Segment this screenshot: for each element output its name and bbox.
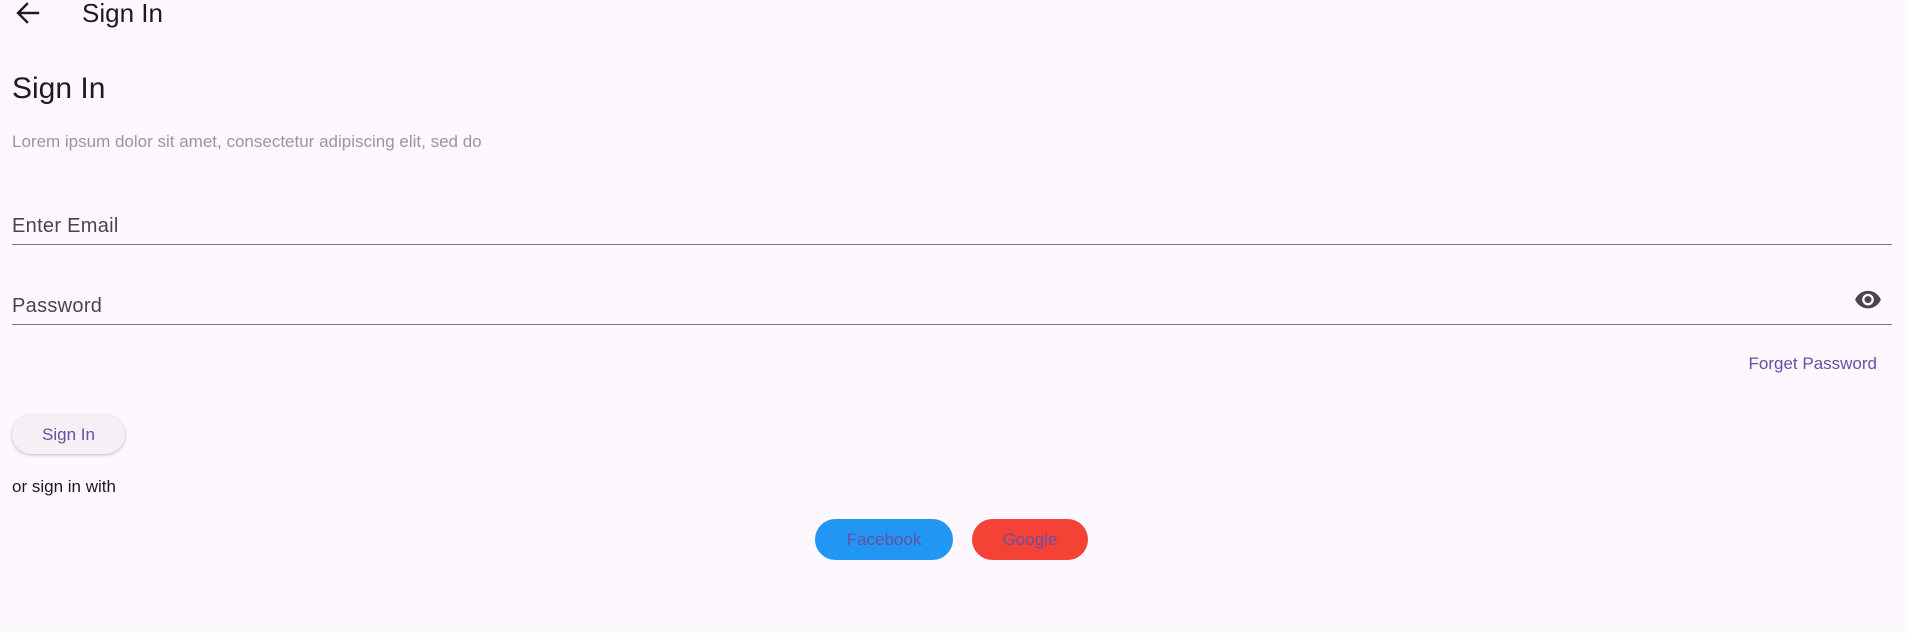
or-sign-in-with-label: or sign in with bbox=[12, 477, 116, 496]
page-title: Sign In bbox=[12, 72, 106, 105]
facebook-button[interactable]: Facebook bbox=[815, 519, 953, 560]
app-bar: Sign In bbox=[0, 0, 1908, 28]
email-field bbox=[12, 188, 1892, 254]
page-subtitle: Lorem ipsum dolor sit amet, consectetur … bbox=[12, 132, 482, 151]
app-bar-title: Sign In bbox=[82, 0, 163, 28]
eye-icon bbox=[1855, 290, 1881, 309]
forget-password-link[interactable]: Forget Password bbox=[1749, 353, 1878, 375]
password-input[interactable] bbox=[12, 268, 1832, 334]
password-field bbox=[12, 268, 1892, 334]
toggle-password-visibility-button[interactable] bbox=[1854, 285, 1882, 313]
sign-in-button[interactable]: Sign In bbox=[12, 415, 125, 454]
arrow-back-icon bbox=[16, 2, 40, 24]
google-button[interactable]: Google bbox=[972, 519, 1088, 560]
back-button[interactable] bbox=[14, 0, 42, 26]
email-input[interactable] bbox=[12, 188, 1832, 254]
sign-in-page: Sign In Sign In Lorem ipsum dolor sit am… bbox=[0, 0, 1908, 633]
